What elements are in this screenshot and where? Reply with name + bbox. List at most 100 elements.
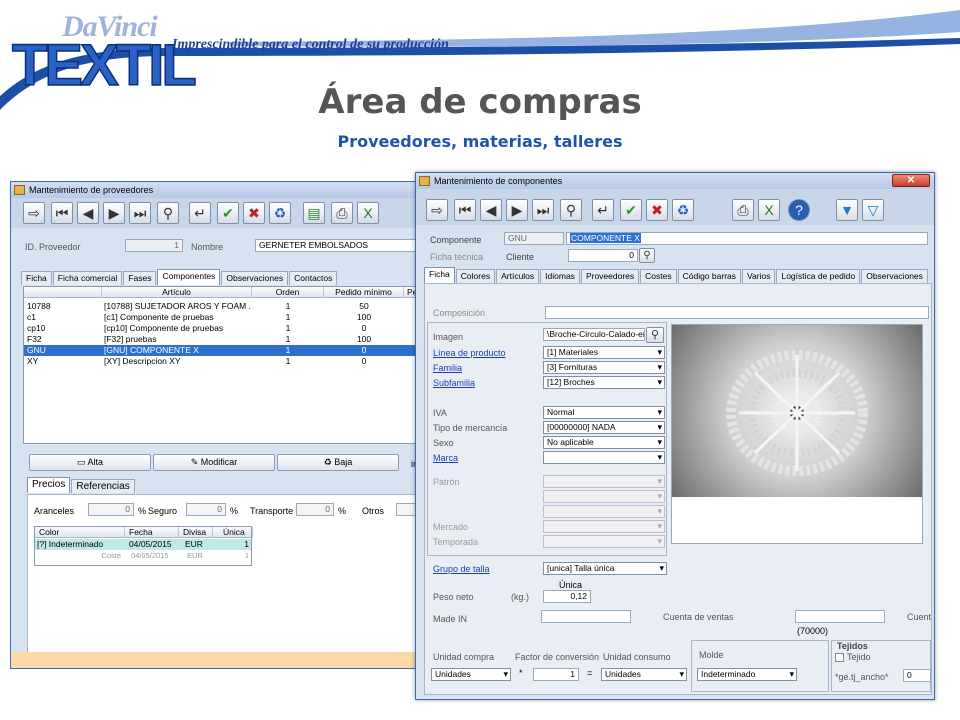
search-icon[interactable]: ⚲ xyxy=(560,199,582,221)
sales-account-field[interactable] xyxy=(795,610,885,623)
tab-proveedores[interactable]: Proveedores xyxy=(580,269,640,283)
attribute-select[interactable] xyxy=(543,505,665,518)
add-button[interactable]: ▭ Alta xyxy=(29,454,151,471)
table-row[interactable]: F32 [F32] pruebas 1 100 xyxy=(24,334,429,345)
aranceles-field[interactable]: 0 xyxy=(88,503,134,516)
brand-select[interactable] xyxy=(543,451,665,464)
edit-button[interactable]: ✎ Modificar xyxy=(153,454,275,471)
first-icon[interactable]: ⏮ xyxy=(454,199,476,221)
image-search-icon[interactable]: ⚲ xyxy=(646,327,664,343)
size-group-select[interactable]: [unica] Talla única xyxy=(543,562,667,575)
tab-varios[interactable]: Varios xyxy=(742,269,776,283)
table-row[interactable]: c1 [c1] Componente de pruebas 1 100 xyxy=(24,312,429,323)
col-unica[interactable]: Única xyxy=(213,527,253,538)
table-row[interactable]: 10788 [10788] SUJETADOR AROS Y FOAM ... 1 5… xyxy=(24,301,429,312)
brand-link[interactable]: Marca xyxy=(433,453,458,463)
prev-icon[interactable]: ◀ xyxy=(480,199,502,221)
close-button[interactable]: ✕ xyxy=(892,174,930,187)
cancel-icon[interactable]: ✖ xyxy=(646,199,668,221)
tab-articulos[interactable]: Artículos xyxy=(496,269,540,283)
tab-fases[interactable]: Fases xyxy=(123,271,157,285)
cancel-icon[interactable]: ✖ xyxy=(243,202,265,224)
accept-icon[interactable]: ✔ xyxy=(217,202,239,224)
supplier-name-field[interactable]: GERNETER EMBOLSADOS xyxy=(255,239,429,252)
tab-codigo-barras[interactable]: Código barras xyxy=(677,269,741,283)
seguro-field[interactable]: 0 xyxy=(186,503,226,516)
family-link[interactable]: Familia xyxy=(433,363,462,373)
tab-observaciones[interactable]: Observaciones xyxy=(861,269,928,283)
component-code-field[interactable]: GNU xyxy=(504,232,564,245)
enter-icon[interactable]: ↵ xyxy=(189,202,211,224)
table-row[interactable]: XY [XY] Descripcion XY 1 0 xyxy=(24,356,429,367)
consumption-unit-select[interactable]: Unidades xyxy=(601,668,687,681)
suppliers-titlebar[interactable]: Mantenimiento de proveedores xyxy=(11,182,429,198)
attribute-select[interactable] xyxy=(543,490,665,503)
family-select[interactable]: [3] Fornituras xyxy=(543,361,665,374)
col-pedido-minimo[interactable]: Pedido mínimo xyxy=(324,287,404,298)
tab-colores[interactable]: Colores xyxy=(455,269,496,283)
supplier-id-field[interactable]: 1 xyxy=(125,239,183,252)
product-line-select[interactable]: [1] Materiales xyxy=(543,346,665,359)
market-select[interactable] xyxy=(543,520,665,533)
next-icon[interactable]: ▶ xyxy=(506,199,528,221)
help-icon[interactable]: ? xyxy=(788,199,810,221)
excel-icon[interactable]: X xyxy=(357,202,379,224)
subfamily-link[interactable]: Subfamilia xyxy=(433,378,475,388)
price-cost-row[interactable]: Coste 04/05/2015 EUR 1 xyxy=(35,550,251,561)
col-divisa[interactable]: Divisa xyxy=(179,527,213,538)
client-field[interactable]: 0 xyxy=(568,249,638,262)
tab-ficha[interactable]: Ficha xyxy=(424,267,455,283)
tab-costes[interactable]: Costes xyxy=(640,269,677,283)
next-icon[interactable]: ▶ xyxy=(103,202,125,224)
first-icon[interactable]: ⏮ xyxy=(51,202,73,224)
size-group-link[interactable]: Grupo de talla xyxy=(433,564,490,574)
pattern-select[interactable] xyxy=(543,475,665,488)
accept-icon[interactable]: ✔ xyxy=(620,199,642,221)
components-titlebar[interactable]: Mantenimiento de componentes ✕ xyxy=(416,173,934,189)
excel-icon[interactable]: X xyxy=(758,199,780,221)
product-line-link[interactable]: Línea de producto xyxy=(433,348,506,358)
last-icon[interactable]: ⏭ xyxy=(532,199,554,221)
recycle-icon[interactable]: ♻ xyxy=(269,202,291,224)
goods-type-select[interactable]: [00000000] NADA xyxy=(543,421,665,434)
buy-unit-select[interactable]: Unidades xyxy=(431,668,511,681)
tab-ficha-comercial[interactable]: Ficha comercial xyxy=(52,271,123,285)
filter-icon[interactable]: ▼ xyxy=(836,199,858,221)
prev-icon[interactable]: ◀ xyxy=(77,202,99,224)
exit-icon[interactable]: ⇨ xyxy=(23,202,45,224)
tab-observaciones[interactable]: Observaciones xyxy=(221,271,289,285)
price-row[interactable]: [?] Indeterminado 04/05/2015 EUR 1 xyxy=(35,539,251,550)
mold-select[interactable]: Indeterminado xyxy=(697,668,797,681)
season-select[interactable] xyxy=(543,535,665,548)
image-field[interactable]: \Broche-Circulo-Calado-en-I xyxy=(543,328,645,341)
search-icon[interactable]: ⚲ xyxy=(157,202,179,224)
component-name-field[interactable]: COMPONENTE X xyxy=(566,232,928,245)
col-orden[interactable]: Orden xyxy=(252,287,324,298)
enter-icon[interactable]: ↵ xyxy=(592,199,614,221)
tab-referencias[interactable]: Referencias xyxy=(71,479,135,493)
conversion-field[interactable]: 1 xyxy=(533,668,579,681)
recycle-icon[interactable]: ♻ xyxy=(672,199,694,221)
col-fecha[interactable]: Fecha xyxy=(125,527,179,538)
tab-logistica[interactable]: Logística de pedido xyxy=(776,269,861,283)
woven-checkbox[interactable] xyxy=(835,653,844,662)
iva-select[interactable]: Normal xyxy=(543,406,665,419)
exit-icon[interactable]: ⇨ xyxy=(426,199,448,221)
tab-precios[interactable]: Precios xyxy=(27,477,71,493)
clear-filter-icon[interactable]: ▽ xyxy=(862,199,884,221)
net-weight-field[interactable]: 0,12 xyxy=(543,590,591,603)
col-color[interactable]: Color xyxy=(35,527,125,538)
subfamily-select[interactable]: [12] Broches xyxy=(543,376,665,389)
col-articulo[interactable]: Artículo xyxy=(102,287,252,298)
woven-width-field[interactable]: 0 xyxy=(903,669,931,682)
tab-componentes[interactable]: Componentes xyxy=(157,269,221,285)
table-row[interactable]: cp10 [cp10] Componente de pruebas 1 0 xyxy=(24,323,429,334)
print-icon[interactable]: ⎙ xyxy=(732,199,754,221)
last-icon[interactable]: ⏭ xyxy=(129,202,151,224)
transporte-field[interactable]: 0 xyxy=(296,503,334,516)
made-in-field[interactable] xyxy=(541,610,631,623)
tab-contactos[interactable]: Contactos xyxy=(289,271,338,285)
tab-idiomas[interactable]: Idiomas xyxy=(540,269,580,283)
composition-field[interactable] xyxy=(545,306,929,319)
delete-button[interactable]: ♻ Baja xyxy=(277,454,399,471)
